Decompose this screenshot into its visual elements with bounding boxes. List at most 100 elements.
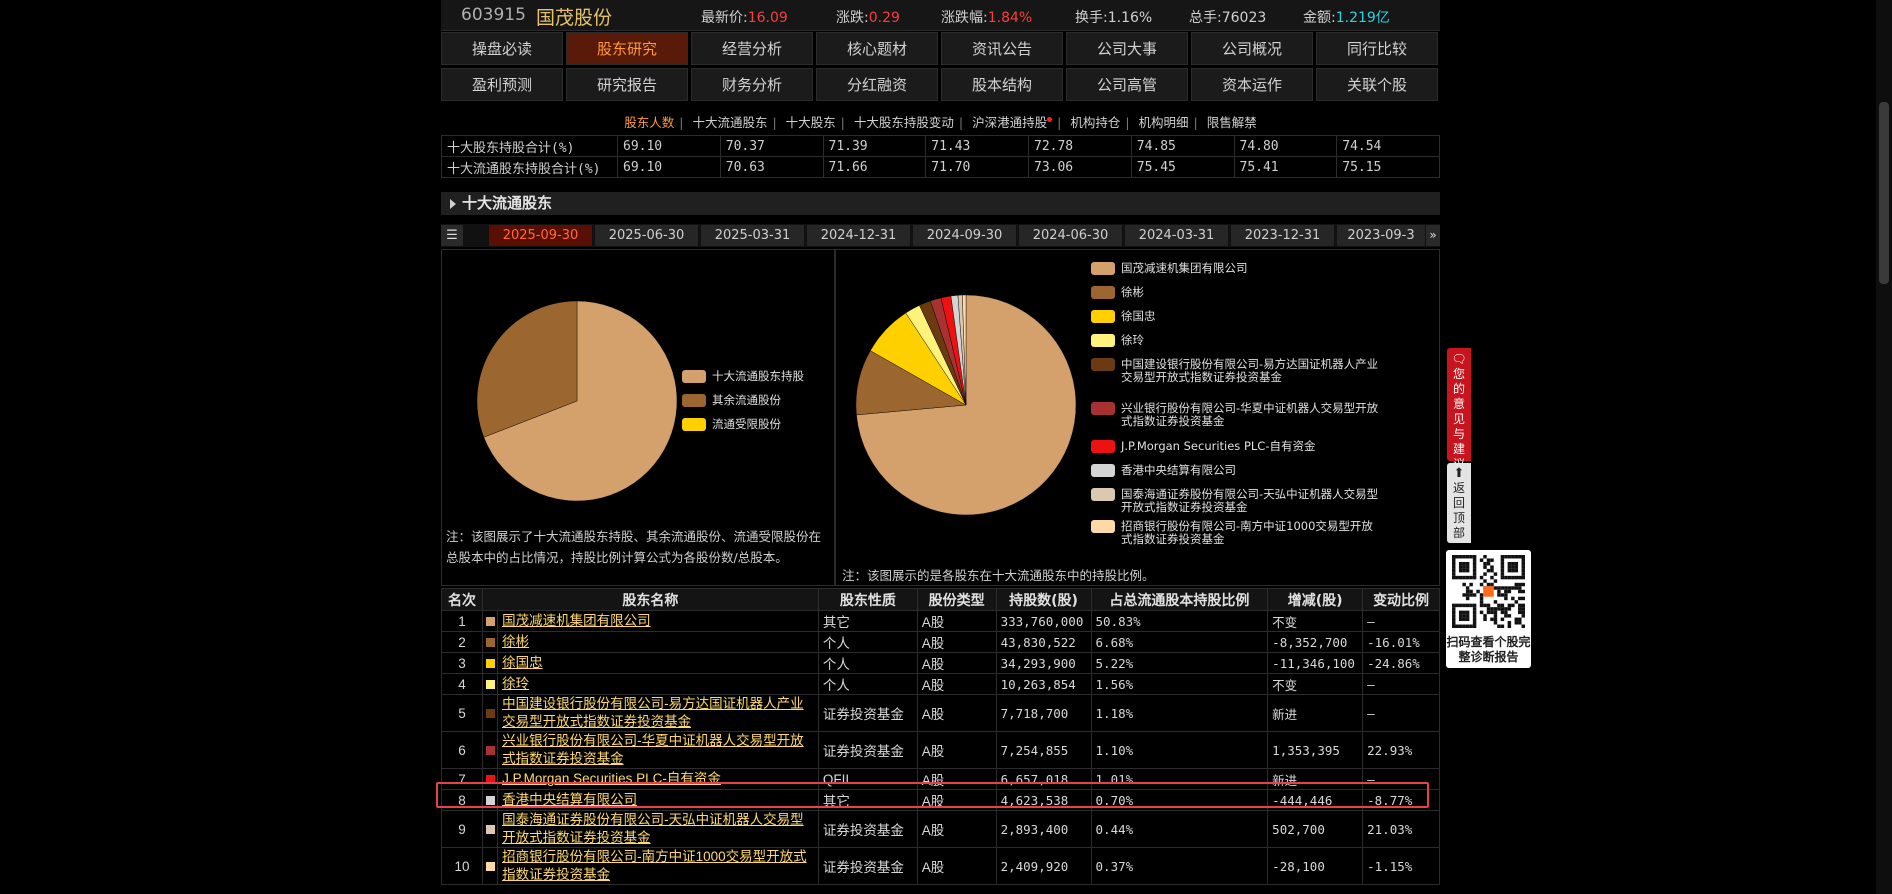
col-ratio: 占总流通股本持股比例 <box>1090 588 1269 611</box>
main-content: 603915 国茂股份 最新价:16.09 涨跌:0.29 涨跌幅:1.84% … <box>441 0 1440 894</box>
legend-color-square <box>485 745 495 755</box>
holder-name-link[interactable]: 徐彬 <box>502 634 529 649</box>
rank-cell: 1 <box>441 610 483 632</box>
summary-cell: 70.37 <box>719 135 824 157</box>
rank-cell: 4 <box>441 673 483 695</box>
date-tab[interactable]: 2024-03-31 <box>1125 225 1228 246</box>
holder-name-cell: 中国建设银行股份有限公司-易方达国证机器人产业交易型开放式指数证券投资基金 <box>497 694 819 732</box>
nav-tab-15[interactable]: 关联个股 <box>1316 68 1438 101</box>
holder-name-cell: 兴业银行股份有限公司-华夏中证机器人交易型开放式指数证券投资基金 <box>497 731 819 769</box>
nav-tab-6[interactable]: 公司概况 <box>1191 32 1313 65</box>
date-tab[interactable]: 2025-06-30 <box>595 225 698 246</box>
subnav-top10-change[interactable]: 十大股东持股变动 <box>851 115 957 130</box>
table-row: 2 徐彬 个人 A股 43,830,522 6.68% -8,352,700 -16.01% <box>441 631 1440 653</box>
summary-label: 十大股东持股合计(%) <box>441 135 618 157</box>
legend-item: 徐彬 <box>1091 286 1421 300</box>
legend-item: 其余流通股份 <box>682 394 832 408</box>
nav-tab-11[interactable]: 分红融资 <box>816 68 938 101</box>
nav-tab-4[interactable]: 资讯公告 <box>941 32 1063 65</box>
change-pct-cell: -16.01% <box>1362 631 1440 653</box>
legend-item: 中国建设银行股份有限公司-易方达国证机器人产业交易型开放式指数证券投资基金 <box>1091 358 1421 386</box>
legend-item: J.P.Morgan Securities PLC-自有资金 <box>1091 440 1421 454</box>
nature-cell: 其它 <box>817 610 918 632</box>
holder-name-link[interactable]: 徐玲 <box>502 676 529 691</box>
nav-tab-14[interactable]: 资本运作 <box>1191 68 1313 101</box>
subnav-top10-float[interactable]: 十大流通股东 <box>689 115 770 130</box>
summary-table: 十大股东持股合计(%) 69.10 70.37 71.39 71.43 72.7… <box>441 135 1440 178</box>
page-scrollbar[interactable] <box>1876 0 1892 894</box>
holder-name-link[interactable]: 国茂减速机集团有限公司 <box>502 613 651 628</box>
feedback-label: 您的意见与建议 <box>1452 367 1465 471</box>
summary-cell: 74.54 <box>1336 135 1440 157</box>
shares-cell: 7,718,700 <box>995 694 1092 732</box>
holder-name-link[interactable]: 国泰海通证券股份有限公司-天弘中证机器人交易型开放式指数证券投资基金 <box>502 812 804 845</box>
subnav-stock-connect[interactable]: 沪深港通持股 <box>969 115 1055 130</box>
nav-tab-2[interactable]: 经营分析 <box>691 32 813 65</box>
summary-cell: 70.63 <box>719 156 824 178</box>
change-pct-cell: -24.86% <box>1362 652 1440 674</box>
date-tab[interactable]: 2025-03-31 <box>701 225 804 246</box>
holder-name-link[interactable]: 兴业银行股份有限公司-华夏中证机器人交易型开放式指数证券投资基金 <box>502 733 804 766</box>
legend-color-square <box>485 637 495 647</box>
up-arrow-icon: ⬆ <box>1453 466 1465 481</box>
nav-tab-3[interactable]: 核心题材 <box>816 32 938 65</box>
quote-bar: 603915 国茂股份 最新价:16.09 涨跌:0.29 涨跌幅:1.84% … <box>441 0 1440 31</box>
nature-cell: 个人 <box>817 673 918 695</box>
color-swatch-cell <box>481 810 499 848</box>
shares-cell: 7,254,855 <box>995 731 1092 769</box>
holder-name-link[interactable]: 中国建设银行股份有限公司-易方达国证机器人产业交易型开放式指数证券投资基金 <box>502 696 804 729</box>
subnav-institution-detail[interactable]: 机构明细 <box>1136 115 1192 130</box>
feedback-button[interactable]: 🗨您的意见与建议 <box>1447 348 1471 471</box>
date-tab[interactable]: 2024-12-31 <box>807 225 910 246</box>
float-structure-chart: 十大流通股东持股 其余流通股份 流通受限股份 注：该图展示了十大流通股东持股、其… <box>441 249 835 586</box>
nav-tab-13[interactable]: 公司高管 <box>1066 68 1188 101</box>
summary-row: 十大股东持股合计(%) 69.10 70.37 71.39 71.43 72.7… <box>441 135 1440 157</box>
qr-code-icon <box>1452 555 1525 628</box>
date-tab[interactable]: 2024-06-30 <box>1019 225 1122 246</box>
date-tab[interactable]: 2023-09-3 <box>1337 225 1425 246</box>
ratio-cell: 5.22% <box>1090 652 1269 674</box>
highlight-box <box>436 782 1429 808</box>
share-type-cell: A股 <box>916 652 997 674</box>
section-header[interactable]: 十大流通股东 <box>441 192 1440 215</box>
scrollbar-thumb[interactable] <box>1879 102 1889 284</box>
legend-label: 徐国忠 <box>1121 309 1156 323</box>
list-menu-icon[interactable]: ☰ <box>441 225 463 246</box>
nature-cell: 证券投资基金 <box>817 847 918 885</box>
legend-label: J.P.Morgan Securities PLC-自有资金 <box>1121 439 1316 453</box>
summary-cell: 69.10 <box>617 156 721 178</box>
change-pct-cell: — <box>1362 694 1440 732</box>
change-pct-cell: 21.03% <box>1362 810 1440 848</box>
change-cell: -11,346,100 <box>1267 652 1364 674</box>
nav-tab-8[interactable]: 盈利预测 <box>441 68 563 101</box>
subnav-restricted-release[interactable]: 限售解禁 <box>1204 115 1260 130</box>
subnav-shareholder-count[interactable]: 股东人数 <box>621 115 677 130</box>
share-type-cell: A股 <box>916 631 997 653</box>
nav-tab-5[interactable]: 公司大事 <box>1066 32 1188 65</box>
date-tab[interactable]: 2024-09-30 <box>913 225 1016 246</box>
quote-volume: 总手:76023 <box>1189 10 1267 26</box>
nav-tab-10[interactable]: 财务分析 <box>691 68 813 101</box>
date-tab-active[interactable]: 2025-09-30 <box>489 225 592 246</box>
shares-cell: 43,830,522 <box>995 631 1092 653</box>
col-change-pct: 变动比例 <box>1362 588 1440 611</box>
expand-triangle-icon <box>450 198 456 209</box>
subnav-top10[interactable]: 十大股东 <box>783 115 839 130</box>
nav-tab-shareholder-research[interactable]: 股东研究 <box>566 32 688 65</box>
share-type-cell: A股 <box>916 810 997 848</box>
quote-latest: 最新价:16.09 <box>701 10 788 26</box>
nav-tab-9[interactable]: 研究报告 <box>566 68 688 101</box>
nav-tab-7[interactable]: 同行比较 <box>1316 32 1438 65</box>
next-arrow-icon[interactable]: » <box>1426 225 1440 246</box>
nav-tab-0[interactable]: 操盘必读 <box>441 32 563 65</box>
holder-name-link[interactable]: 徐国忠 <box>502 655 543 670</box>
legend-label: 兴业银行股份有限公司-华夏中证机器人交易型开放式指数证券投资基金 <box>1121 401 1379 428</box>
holder-name-link[interactable]: 招商银行股份有限公司-南方中证1000交易型开放式指数证券投资基金 <box>502 849 807 882</box>
legend-item: 国茂减速机集团有限公司 <box>1091 262 1421 276</box>
col-nature: 股东性质 <box>817 588 918 611</box>
subnav-institution-holding[interactable]: 机构持仓 <box>1067 115 1123 130</box>
date-tab[interactable]: 2023-12-31 <box>1231 225 1334 246</box>
nav-tab-12[interactable]: 股本结构 <box>941 68 1063 101</box>
back-to-top-button[interactable]: ⬆ 返回顶部 <box>1447 463 1471 543</box>
qr-code-panel[interactable]: 扫码查看个股完整诊断报告 <box>1446 550 1531 668</box>
